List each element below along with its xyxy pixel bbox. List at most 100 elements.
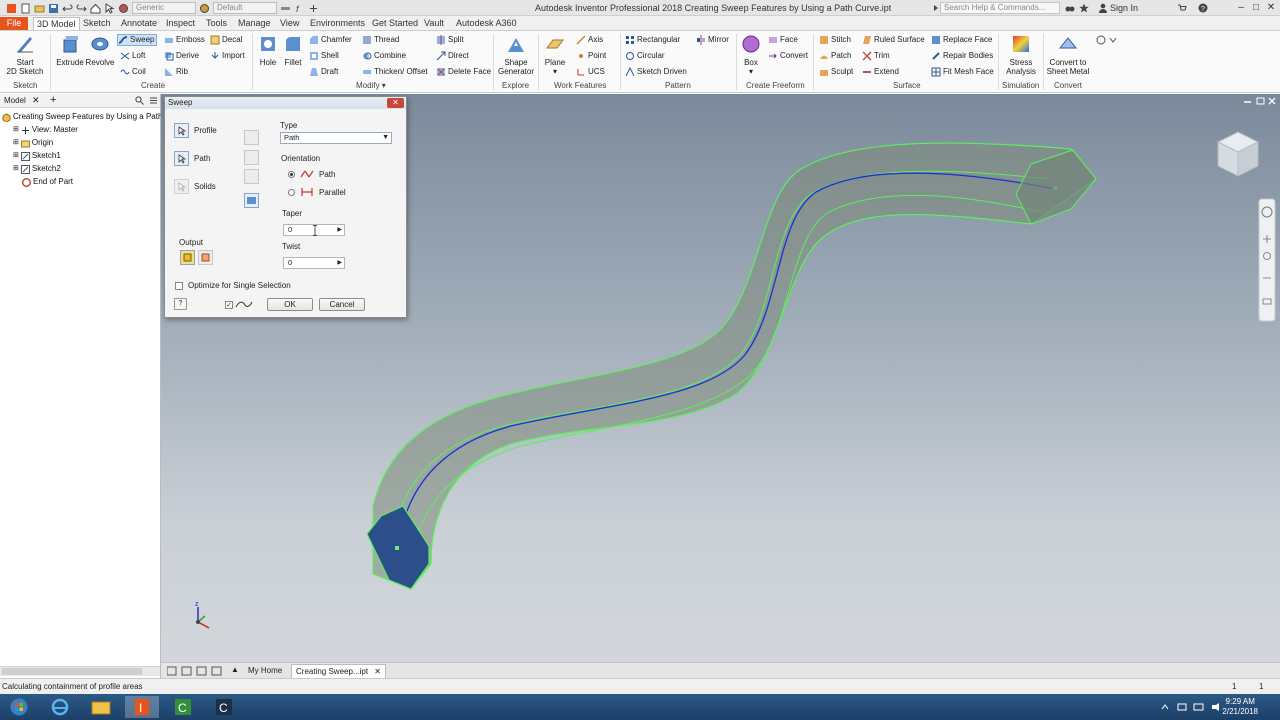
expand-icon[interactable]: ⊞ [13, 150, 19, 162]
ucs-button[interactable]: UCS [576, 66, 605, 78]
rectangular-pattern-button[interactable]: Rectangular [625, 34, 680, 46]
path-options-button[interactable] [244, 150, 259, 165]
color-icon[interactable] [118, 3, 129, 14]
help-icon[interactable]: ? [1198, 3, 1208, 13]
tree-item-origin[interactable]: ⊞ Origin [13, 137, 53, 149]
preview-toggle[interactable]: ✓ [225, 299, 255, 310]
select-icon[interactable] [104, 2, 115, 14]
favorite-star-icon[interactable] [1079, 3, 1089, 13]
tab-scroll-up-icon[interactable]: ▲ [231, 665, 239, 674]
plane-chevron-icon[interactable]: ▾ [543, 67, 567, 76]
add-icon[interactable] [308, 3, 319, 14]
shell-button[interactable]: Shell [309, 50, 339, 62]
direct-button[interactable]: Direct [436, 50, 469, 62]
ok-button[interactable]: OK [267, 298, 313, 311]
tab-get-started[interactable]: Get Started [369, 17, 421, 30]
repair-bodies-button[interactable]: Repair Bodies [931, 50, 993, 62]
close-button[interactable]: ✕ [1264, 1, 1278, 15]
scroll-thumb[interactable] [2, 668, 142, 675]
fillet-button[interactable]: Fillet [281, 34, 305, 67]
expand-icon[interactable]: ⊞ [13, 124, 19, 136]
close-icon[interactable]: ✕ [374, 667, 381, 676]
orientation-parallel-option[interactable]: Parallel [288, 187, 346, 197]
profile-selector[interactable]: Profile [174, 123, 217, 138]
undo-icon[interactable] [62, 3, 73, 14]
user-icon[interactable] [1098, 3, 1108, 13]
solids-select-button[interactable] [174, 179, 189, 194]
loft-button[interactable]: Loft [120, 50, 145, 62]
system-tray-icons[interactable] [1160, 702, 1230, 712]
tab-vault[interactable]: Vault [421, 17, 447, 30]
sweep-button[interactable]: Sweep [117, 34, 158, 46]
tab-file[interactable]: File [0, 17, 28, 30]
cancel-button[interactable]: Cancel [319, 298, 365, 311]
convert-freeform-button[interactable]: Convert [768, 50, 808, 62]
shape-generator-button[interactable]: Shape Generator [497, 34, 535, 76]
tab-annotate[interactable]: Annotate [118, 17, 160, 30]
params-icon[interactable]: f [294, 3, 305, 14]
taskbar-inventor[interactable]: I [125, 696, 159, 718]
mirror-button[interactable]: Mirror [696, 34, 729, 46]
tile-view-icons[interactable] [167, 666, 227, 676]
optimize-checkbox[interactable] [175, 281, 183, 290]
dialog-close-button[interactable]: ✕ [387, 98, 404, 108]
path-start-point[interactable] [395, 546, 399, 550]
close-icon[interactable]: ✕ [32, 95, 40, 106]
axis-button[interactable]: Axis [576, 34, 603, 46]
start-button[interactable] [2, 696, 36, 718]
tab-sketch[interactable]: Sketch [80, 17, 114, 30]
derive-button[interactable]: Derive [164, 50, 199, 62]
viewport-window-controls[interactable] [1244, 97, 1276, 105]
surface-mode-button[interactable] [244, 193, 259, 208]
taskbar-recorder[interactable]: C [207, 696, 241, 718]
combine-button[interactable]: Combine [362, 50, 406, 62]
stitch-button[interactable]: Stitch [819, 34, 851, 46]
tree-item-view[interactable]: ⊞ View: Master [13, 124, 78, 136]
solids-options-button[interactable] [244, 169, 259, 184]
decal-button[interactable]: Decal [210, 34, 242, 46]
home-icon[interactable] [90, 3, 101, 14]
orientation-path-radio[interactable] [288, 170, 295, 178]
measure-icon[interactable] [280, 3, 291, 14]
doc-tab-active[interactable]: Creating Sweep...ipt ✕ [291, 664, 386, 678]
twist-input[interactable]: 0 ▶ [283, 257, 345, 269]
sign-in-link[interactable]: Sign In [1110, 3, 1138, 13]
binoculars-icon[interactable] [1065, 3, 1075, 13]
sweep-body[interactable] [372, 142, 1097, 590]
dialog-help-button[interactable]: ? [174, 298, 187, 310]
path-selector[interactable]: Path [174, 151, 210, 166]
start-2d-sketch-button[interactable]: Start 2D Sketch [6, 34, 44, 76]
stress-analysis-button[interactable]: Stress Analysis [1003, 34, 1039, 76]
rib-button[interactable]: Rib [164, 66, 188, 78]
redo-icon[interactable] [76, 3, 87, 14]
cart-icon[interactable] [1177, 3, 1187, 13]
tab-environments[interactable]: Environments [307, 17, 368, 30]
thread-button[interactable]: Thread [362, 34, 399, 46]
view-cube[interactable] [1216, 131, 1260, 177]
ruled-surface-button[interactable]: Ruled Surface [862, 34, 925, 46]
flyout-arrow-icon[interactable]: ▶ [337, 258, 342, 268]
save-icon[interactable] [48, 3, 59, 14]
coil-button[interactable]: Coil [120, 66, 146, 78]
navigation-bar[interactable] [1258, 198, 1276, 322]
taskbar-clock[interactable]: 9:29 AM 2/21/2018 [1222, 697, 1258, 717]
tab-tools[interactable]: Tools [203, 17, 230, 30]
expand-arrow-icon[interactable] [932, 4, 940, 12]
tab-manage[interactable]: Manage [235, 17, 274, 30]
expand-icon[interactable]: ⊞ [13, 137, 19, 149]
menu-icon[interactable] [149, 96, 158, 105]
fit-mesh-face-button[interactable]: Fit Mesh Face [931, 66, 994, 78]
emboss-button[interactable]: Emboss [164, 34, 205, 46]
plane-button[interactable]: Plane ▾ [543, 34, 567, 76]
maximize-button[interactable]: □ [1249, 1, 1263, 15]
replace-face-button[interactable]: Replace Face [931, 34, 992, 46]
browser-tab-model[interactable]: Model [4, 96, 26, 105]
sculpt-button[interactable]: Sculpt [819, 66, 853, 78]
tab-autodesk-a360[interactable]: Autodesk A360 [453, 17, 520, 30]
extrude-button[interactable]: Extrude [55, 34, 85, 67]
chevron-down-icon[interactable]: ▾ [382, 81, 386, 90]
tab-3d-model[interactable]: 3D Model [33, 17, 80, 30]
box-chevron-icon[interactable]: ▾ [739, 67, 763, 76]
search-icon[interactable] [135, 96, 144, 105]
expand-icon[interactable]: ⊞ [13, 163, 19, 175]
